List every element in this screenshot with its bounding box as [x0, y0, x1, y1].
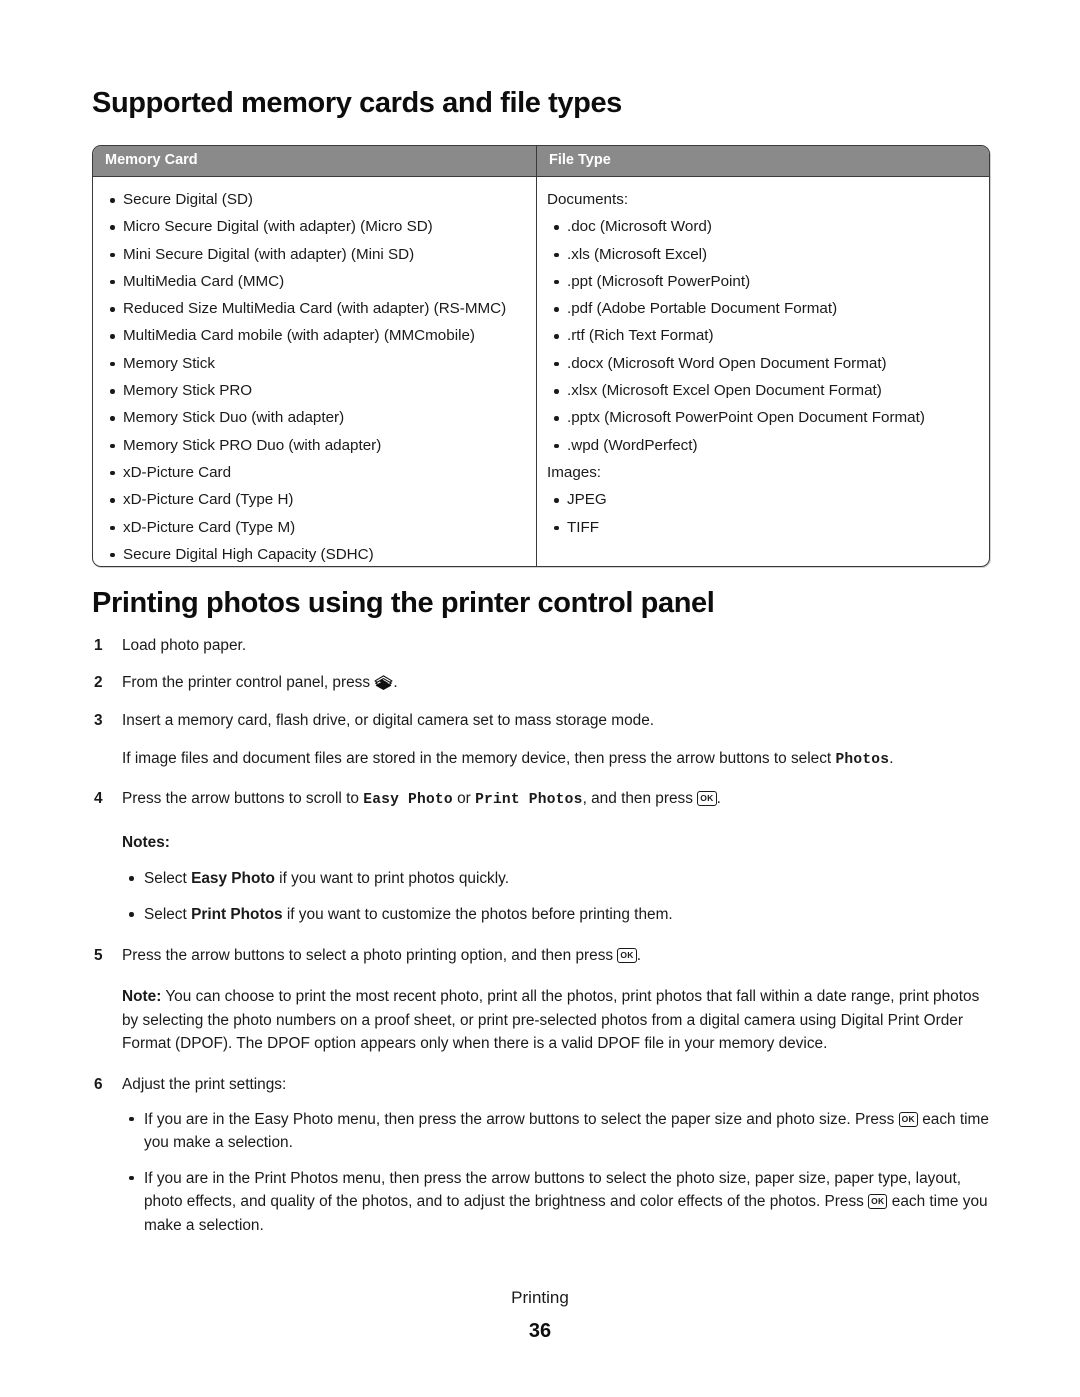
document-file-type-list-item: .pptx (Microsoft PowerPoint Open Documen… [545, 404, 979, 431]
memory-card-list-item: Memory Stick [101, 350, 526, 377]
note-label: Note: [122, 988, 162, 1005]
step-1: 1 Load photo paper. [92, 634, 992, 657]
step-3-subtext: If image files and document files are st… [122, 747, 992, 772]
footer-page-number: 36 [528, 1320, 552, 1342]
step-4: 4 Press the arrow buttons to scroll to E… [92, 787, 992, 812]
note-body: You can choose to print the most recent … [122, 988, 980, 1052]
step-4-number: 4 [94, 790, 103, 807]
ok-key-icon: OK [868, 1194, 888, 1209]
page-footer: Printing 36 [0, 1288, 1080, 1343]
document-file-type-list-item: .docx (Microsoft Word Open Document Form… [545, 350, 979, 377]
step-4-text-a: Press the arrow buttons to scroll to [122, 790, 364, 807]
memory-card-list-item: Memory Stick Duo (with adapter) [101, 404, 526, 431]
column-header-file-type: File Type [549, 152, 611, 168]
document-file-type-list-item: .rtf (Rich Text Format) [545, 322, 979, 349]
note-1-b: if you want to print photos quickly. [274, 870, 510, 887]
step-6-text: Adjust the print settings: [122, 1075, 287, 1093]
note-2-a: Select [144, 906, 192, 923]
step-3-sub-before: If image files and document files are st… [122, 750, 836, 767]
file-type-group-images-label: Images: [547, 463, 602, 481]
note-2-b: if you want to customize the photos befo… [282, 906, 673, 923]
document-file-type-list: .doc (Microsoft Word) .xls (Microsoft Exc… [545, 213, 979, 459]
step-2: 2 From the printer control panel, press … [92, 671, 992, 694]
step-4-text-b: or [452, 790, 476, 807]
memory-card-list-item: Memory Stick PRO Duo (with adapter) [101, 432, 526, 459]
section-title-printing-photos: Printing photos using the printer contro… [92, 587, 715, 619]
step-3-number: 3 [94, 712, 103, 729]
document-page: Supported memory cards and file types Me… [0, 0, 1080, 1397]
footer-chapter-label: Printing [511, 1288, 569, 1307]
step-6-bullet-easy-photo: If you are in the Easy Photo menu, then … [122, 1108, 992, 1155]
memory-card-list-item: MultiMedia Card mobile (with adapter) (M… [101, 322, 526, 349]
note-paragraph-dpof: Note: You can choose to print the most r… [92, 985, 992, 1056]
memory-card-list-item: Memory Stick PRO [101, 377, 526, 404]
step-3: 3 Insert a memory card, flash drive, or … [92, 709, 992, 772]
step-6-b1-a: If you are in the Easy Photo menu, then … [144, 1110, 899, 1128]
file-type-group-documents-label: Documents: [547, 191, 629, 208]
table-body-row: Secure Digital (SD) Micro Secure Digital … [93, 177, 989, 566]
notes-list: Select Easy Photo if you want to print p… [122, 867, 992, 926]
step-5-text-a: Press the arrow buttons to select a phot… [122, 947, 618, 964]
step-6-sublist: If you are in the Easy Photo menu, then … [122, 1108, 992, 1238]
step-6-number: 6 [94, 1075, 103, 1093]
supported-memory-cards-table: Memory Card File Type Secure Digital (SD… [92, 145, 990, 567]
step-4-menu-easy-photo: Easy Photo [363, 792, 453, 808]
memory-card-list-item: MultiMedia Card (MMC) [101, 268, 526, 295]
step-2-text-before: From the printer control panel, press [122, 674, 375, 691]
column-header-memory-card: Memory Card [93, 146, 537, 176]
notes-block: Notes: Select Easy Photo if you want to … [92, 831, 992, 926]
memory-card-list-item: Mini Secure Digital (with adapter) (Mini… [101, 241, 526, 268]
image-file-type-list-item: JPEG [545, 486, 979, 513]
notes-label: Notes: [122, 834, 170, 851]
step-3-sub-after: . [889, 750, 894, 767]
document-file-type-list-item: .xlsx (Microsoft Excel Open Document For… [545, 377, 979, 404]
step-2-number: 2 [94, 674, 103, 691]
cell-file-types: Documents: .doc (Microsoft Word) .xls (Mi… [537, 177, 989, 566]
memory-card-list-item: xD-Picture Card [101, 459, 526, 486]
step-2-text-after: . [393, 674, 398, 691]
printing-steps: 1 Load photo paper. 2 From the printer c… [92, 634, 992, 1237]
memory-card-list-item: Secure Digital (SD) [101, 186, 526, 213]
document-file-type-list-item: .wpd (WordPerfect) [545, 432, 979, 459]
step-5-number: 5 [94, 947, 103, 964]
note-item-easy-photo: Select Easy Photo if you want to print p… [122, 867, 992, 890]
ok-key-icon: OK [898, 1111, 918, 1127]
ok-key-icon: OK [697, 791, 717, 806]
step-3-text: Insert a memory card, flash drive, or di… [122, 712, 655, 729]
memory-card-list-item: xD-Picture Card (Type M) [101, 514, 526, 541]
image-file-type-list-item: TIFF [545, 514, 979, 541]
step-1-text: Load photo paper. [122, 637, 247, 654]
memory-card-list: Secure Digital (SD) Micro Secure Digital … [101, 186, 526, 566]
note-item-print-photos: Select Print Photos if you want to custo… [122, 903, 992, 926]
step-4-text-d: . [716, 790, 721, 807]
document-file-type-list-item: .xls (Microsoft Excel) [545, 241, 979, 268]
note-1-a: Select [144, 870, 192, 887]
memory-card-list-item: Secure Digital High Capacity (SDHC) [101, 541, 526, 566]
step-6-bullet-print-photos: If you are in the Print Photos menu, the… [122, 1167, 992, 1238]
step-4-text-c: , and then press [582, 790, 698, 807]
document-file-type-list-item: .doc (Microsoft Word) [545, 213, 979, 240]
step-1-number: 1 [94, 637, 103, 654]
step-5: 5 Press the arrow buttons to select a ph… [92, 944, 992, 967]
cell-memory-cards: Secure Digital (SD) Micro Secure Digital … [93, 177, 537, 566]
note-2-bold: Print Photos [191, 906, 283, 923]
step-6: 6 Adjust the print settings: If you are … [92, 1073, 992, 1238]
document-file-type-list-item: .pdf (Adobe Portable Document Format) [545, 295, 979, 322]
memory-card-list-item: Reduced Size MultiMedia Card (with adapt… [101, 295, 526, 322]
section-title-supported-memory-cards: Supported memory cards and file types [92, 87, 622, 119]
step-3-menu-photos: Photos [835, 752, 890, 768]
document-file-type-list-item: .ppt (Microsoft PowerPoint) [545, 268, 979, 295]
memory-card-list-item: xD-Picture Card (Type H) [101, 486, 526, 513]
step-5-text-b: . [636, 947, 642, 964]
ok-key-icon: OK [617, 948, 637, 963]
step-6-b2-a: If you are in the Print Photos menu, the… [144, 1169, 962, 1211]
memory-card-list-item: Micro Secure Digital (with adapter) (Mic… [101, 213, 526, 240]
photo-card-stack-icon [374, 675, 393, 692]
step-4-menu-print-photos: Print Photos [475, 792, 583, 808]
image-file-type-list: JPEG TIFF [545, 486, 979, 541]
note-1-bold: Easy Photo [191, 870, 275, 887]
table-header-row: Memory Card File Type [93, 146, 989, 177]
